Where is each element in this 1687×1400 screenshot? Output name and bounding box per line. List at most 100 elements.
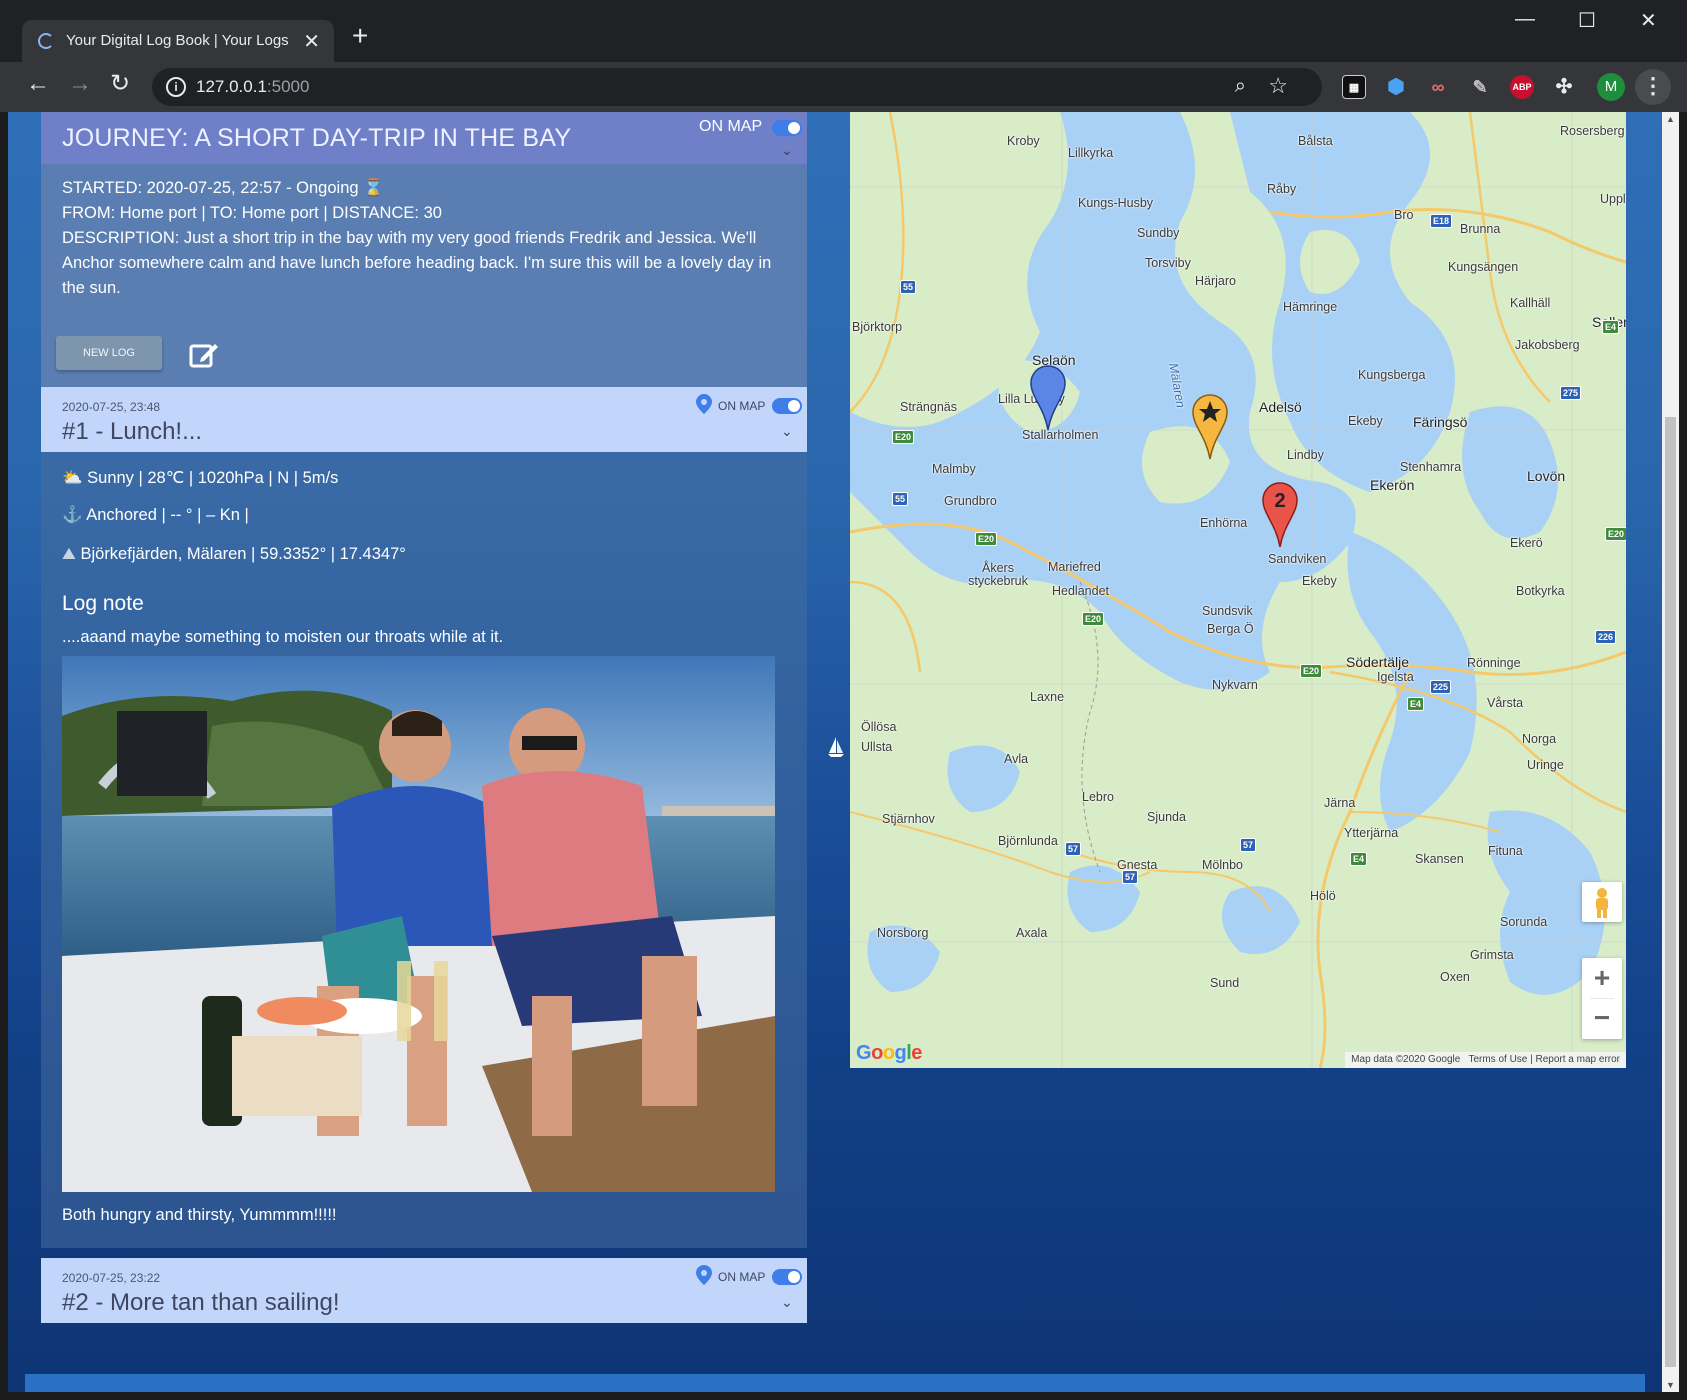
road-shield: E4 xyxy=(1407,697,1425,711)
browser-toolbar: ← → ↻ i 127.0.0.1:5000 ⌕ ☆ ▦ ⬢ ∞ ✎ ABP ✣… xyxy=(0,62,1687,112)
journey-chevron-down-icon[interactable]: ⌄ xyxy=(781,142,793,159)
log-on-map-toggle-2[interactable] xyxy=(772,1269,802,1285)
map-label: Björktorp xyxy=(852,320,903,334)
map-label: Södertälje xyxy=(1346,654,1410,670)
marker-number: 2 xyxy=(1274,490,1285,512)
map-label: Vårsta xyxy=(1487,696,1524,710)
map-zoom-controls: + − xyxy=(1582,958,1622,1039)
scroll-up-arrow-icon[interactable]: ▲ xyxy=(1666,114,1675,124)
map-label: Torsviby xyxy=(1145,256,1191,270)
map-label: Ekerö xyxy=(1510,536,1543,550)
extension-cube-icon[interactable]: ⬢ xyxy=(1384,75,1408,99)
map-label: Ekerön xyxy=(1370,477,1415,493)
back-arrow-icon[interactable]: ← xyxy=(26,72,50,96)
map-label: Hämringe xyxy=(1283,300,1338,314)
map-label: Upplands Väsby xyxy=(1600,192,1626,206)
scroll-down-arrow-icon[interactable]: ▼ xyxy=(1666,1380,1675,1390)
loading-favicon-icon xyxy=(38,33,54,49)
map-label: Nykvarn xyxy=(1212,678,1258,692)
map-label: Sjunda xyxy=(1147,810,1186,824)
map-label: Mölnbo xyxy=(1202,858,1243,872)
street-view-pegman-icon[interactable] xyxy=(1582,882,1622,922)
extension-eyedropper-icon[interactable]: ✎ xyxy=(1468,75,1492,99)
log-2-marker-icon[interactable]: 2 xyxy=(1262,482,1298,548)
journey-route: FROM: Home port | TO: Home port | DISTAN… xyxy=(62,204,442,222)
map-label: Sandviken xyxy=(1268,552,1327,566)
log-on-map-label-2: ON MAP xyxy=(718,1270,766,1284)
browser-menu-icon[interactable]: ⋮ xyxy=(1635,69,1671,105)
map-pin-icon xyxy=(696,1265,712,1285)
minimize-button[interactable]: — xyxy=(1515,8,1535,31)
page-viewport: JOURNEY: A SHORT DAY-TRIP IN THE BAY ON … xyxy=(8,112,1679,1392)
journey-map[interactable]: Kroby Lillkyrka Bålsta Rosersberg Kungs-… xyxy=(850,112,1626,1068)
site-info-icon[interactable]: i xyxy=(166,77,186,97)
forward-arrow-icon[interactable]: → xyxy=(68,72,92,96)
log-chevron-down-icon-2[interactable]: ⌄ xyxy=(781,1294,793,1311)
journey-on-map-toggle[interactable] xyxy=(772,120,802,136)
adblock-icon[interactable]: ABP xyxy=(1510,75,1534,99)
position-summary: Björkefjärden, Mälaren | 59.3352° | 17.4… xyxy=(80,545,406,563)
log-on-map-toggle[interactable] xyxy=(772,398,802,414)
map-label: Hölö xyxy=(1310,889,1336,903)
address-bar[interactable]: i 127.0.0.1:5000 ⌕ ☆ xyxy=(152,68,1322,106)
url-host: 127.0.0.1 xyxy=(196,77,267,96)
report-map-error-link[interactable]: Report a map error xyxy=(1536,1054,1620,1065)
map-label: Skansen xyxy=(1415,852,1464,866)
close-window-button[interactable]: ✕ xyxy=(1640,8,1657,33)
terms-of-use-link[interactable]: Terms of Use xyxy=(1468,1054,1527,1065)
url-text: 127.0.0.1:5000 xyxy=(196,77,309,97)
map-label: Åkers styckebruk xyxy=(968,561,1028,588)
zoom-icon[interactable]: ⌕ xyxy=(1235,75,1246,98)
google-logo[interactable]: Google xyxy=(856,1042,922,1065)
map-label: Kungsängen xyxy=(1448,260,1519,274)
map-label: Kungs-Husby xyxy=(1078,196,1154,210)
map-label: Lindby xyxy=(1287,448,1324,462)
log-chevron-down-icon[interactable]: ⌄ xyxy=(781,423,793,440)
map-label: Avla xyxy=(1004,752,1029,766)
scrollbar-thumb[interactable] xyxy=(1665,417,1676,1367)
map-label: Lillkyrka xyxy=(1068,146,1114,160)
profile-avatar[interactable]: M xyxy=(1597,73,1625,101)
road-shield: 226 xyxy=(1595,630,1617,644)
star-marker-icon[interactable] xyxy=(1192,394,1228,460)
edit-journey-icon[interactable] xyxy=(189,340,219,368)
zoom-in-button[interactable]: + xyxy=(1582,958,1622,998)
log-title: #1 - Lunch!... xyxy=(62,418,203,445)
map-label: Enhörna xyxy=(1200,516,1248,530)
road-shield: E20 xyxy=(975,532,998,546)
browser-tab[interactable]: Your Digital Log Book | Your Logs ✕ xyxy=(22,20,334,62)
map-label: Öllösa xyxy=(861,720,897,734)
road-shield: 57 xyxy=(1065,842,1082,856)
extensions-puzzle-icon[interactable]: ✣ xyxy=(1552,75,1576,99)
maximize-button[interactable]: ☐ xyxy=(1578,8,1596,33)
new-tab-button[interactable]: + xyxy=(352,22,368,50)
journey-started-text: STARTED: 2020-07-25, 22:57 - Ongoing xyxy=(62,179,359,197)
start-marker-icon[interactable] xyxy=(1030,365,1066,431)
bookmark-star-icon[interactable]: ☆ xyxy=(1268,73,1288,99)
extension-glasses-icon[interactable]: ∞ xyxy=(1426,75,1450,99)
extension-qr-icon[interactable]: ▦ xyxy=(1342,75,1366,99)
page-scrollbar[interactable]: ▲ ▼ xyxy=(1662,112,1679,1392)
log-entry-header-2[interactable]: 2020-07-25, 23:22 #2 - More tan than sai… xyxy=(41,1258,807,1323)
page-footer-bar xyxy=(25,1374,1645,1392)
map-label: Fituna xyxy=(1488,844,1523,858)
zoom-out-button[interactable]: − xyxy=(1582,999,1622,1039)
reload-icon[interactable]: ↻ xyxy=(110,72,130,96)
log-note-heading: Log note xyxy=(62,592,144,615)
photo-caption: Both hungry and thirsty, Yummmm!!!!! xyxy=(62,1206,337,1224)
weather-row: ⛅ Sunny | 28℃ | 1020hPa | N | 5m/s xyxy=(62,468,338,488)
road-shield: E4 xyxy=(1602,320,1620,334)
map-label: Stjärnhov xyxy=(882,812,935,826)
map-pin-icon xyxy=(696,394,712,414)
journey-column: JOURNEY: A SHORT DAY-TRIP IN THE BAY ON … xyxy=(41,112,807,1323)
journey-header[interactable]: JOURNEY: A SHORT DAY-TRIP IN THE BAY ON … xyxy=(41,112,807,164)
map-label: Sund xyxy=(1210,976,1240,990)
map-label: Rönninge xyxy=(1467,656,1521,670)
new-log-button[interactable]: NEW LOG xyxy=(56,336,162,370)
map-label: Jakobsberg xyxy=(1515,338,1580,352)
close-tab-button[interactable]: ✕ xyxy=(303,29,320,54)
browser-tab-bar: Your Digital Log Book | Your Logs ✕ + — … xyxy=(0,0,1687,62)
map-label: Ytterjärna xyxy=(1344,826,1399,840)
map-label: Kungsberga xyxy=(1358,368,1426,382)
log-entry-header[interactable]: 2020-07-25, 23:48 #1 - Lunch!... ON MAP … xyxy=(41,387,807,452)
